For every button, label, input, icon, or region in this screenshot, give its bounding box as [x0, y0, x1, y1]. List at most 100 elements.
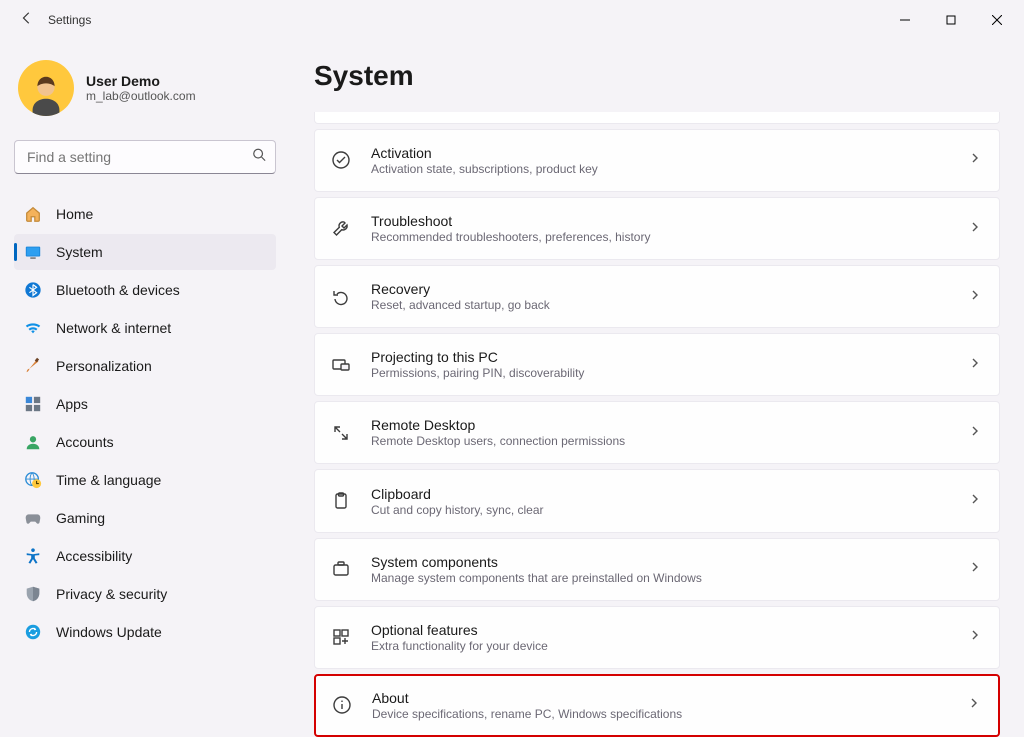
card-remote-desktop[interactable]: Remote Desktop Remote Desktop users, con… — [314, 401, 1000, 464]
nav-item-network[interactable]: Network & internet — [14, 310, 276, 346]
card-title: System components — [371, 554, 953, 570]
nav-item-home[interactable]: Home — [14, 196, 276, 232]
search-wrap — [14, 140, 276, 174]
update-icon — [24, 623, 42, 641]
card-subtitle: Device specifications, rename PC, Window… — [372, 707, 952, 721]
card-title: Projecting to this PC — [371, 349, 953, 365]
nav-item-gaming[interactable]: Gaming — [14, 500, 276, 536]
info-icon — [328, 691, 356, 719]
card-subtitle: Recommended troubleshooters, preferences… — [371, 230, 953, 244]
chevron-right-icon — [969, 356, 981, 374]
nav-item-accessibility[interactable]: Accessibility — [14, 538, 276, 574]
nav-label: Gaming — [56, 510, 105, 526]
search-input[interactable] — [14, 140, 276, 174]
card-optional-features[interactable]: Optional features Extra functionality fo… — [314, 606, 1000, 669]
nav-item-accounts[interactable]: Accounts — [14, 424, 276, 460]
chevron-right-icon — [968, 696, 980, 714]
minimize-button[interactable] — [882, 0, 928, 40]
settings-list: Activation Activation state, subscriptio… — [314, 112, 1000, 737]
nav-label: Personalization — [56, 358, 152, 374]
card-subtitle: Extra functionality for your device — [371, 639, 953, 653]
activation-icon — [327, 146, 355, 174]
card-subtitle: Cut and copy history, sync, clear — [371, 503, 953, 517]
apps-icon — [24, 395, 42, 413]
bluetooth-icon — [24, 281, 42, 299]
nav-label: Accounts — [56, 434, 114, 450]
globe-clock-icon — [24, 471, 42, 489]
avatar — [18, 60, 74, 116]
system-icon — [24, 243, 42, 261]
brush-icon — [24, 357, 42, 375]
components-icon — [327, 555, 355, 583]
accessibility-icon — [24, 547, 42, 565]
nav-label: Bluetooth & devices — [56, 282, 180, 298]
previous-card-stub — [314, 112, 1000, 124]
sidebar-nav: Home System Bluetooth & devices Network … — [14, 196, 276, 650]
card-projecting[interactable]: Projecting to this PC Permissions, pairi… — [314, 333, 1000, 396]
card-troubleshoot[interactable]: Troubleshoot Recommended troubleshooters… — [314, 197, 1000, 260]
sidebar: User Demo m_lab@outlook.com Home System … — [0, 40, 290, 737]
wrench-icon — [327, 215, 355, 243]
nav-item-system[interactable]: System — [14, 234, 276, 270]
maximize-button[interactable] — [928, 0, 974, 40]
nav-label: Accessibility — [56, 548, 132, 564]
card-title: Activation — [371, 145, 953, 161]
chevron-right-icon — [969, 424, 981, 442]
window-title: Settings — [48, 13, 91, 27]
card-title: Recovery — [371, 281, 953, 297]
chevron-right-icon — [969, 220, 981, 238]
nav-item-update[interactable]: Windows Update — [14, 614, 276, 650]
recovery-icon — [327, 283, 355, 311]
close-button[interactable] — [974, 0, 1020, 40]
card-recovery[interactable]: Recovery Reset, advanced startup, go bac… — [314, 265, 1000, 328]
gamepad-icon — [24, 509, 42, 527]
card-title: Troubleshoot — [371, 213, 953, 229]
profile-block[interactable]: User Demo m_lab@outlook.com — [14, 48, 276, 140]
nav-label: Home — [56, 206, 93, 222]
back-button[interactable] — [20, 11, 34, 30]
card-title: Optional features — [371, 622, 953, 638]
search-icon — [252, 148, 266, 167]
wifi-icon — [24, 319, 42, 337]
nav-label: Network & internet — [56, 320, 171, 336]
optional-icon — [327, 623, 355, 651]
profile-email: m_lab@outlook.com — [86, 89, 196, 103]
card-title: About — [372, 690, 952, 706]
clipboard-icon — [327, 487, 355, 515]
nav-label: Privacy & security — [56, 586, 167, 602]
chevron-right-icon — [969, 151, 981, 169]
chevron-right-icon — [969, 560, 981, 578]
nav-item-personalization[interactable]: Personalization — [14, 348, 276, 384]
nav-label: Windows Update — [56, 624, 162, 640]
page-title: System — [314, 60, 1000, 92]
nav-item-time[interactable]: Time & language — [14, 462, 276, 498]
projecting-icon — [327, 351, 355, 379]
card-subtitle: Activation state, subscriptions, product… — [371, 162, 953, 176]
chevron-right-icon — [969, 492, 981, 510]
nav-item-apps[interactable]: Apps — [14, 386, 276, 422]
card-subtitle: Reset, advanced startup, go back — [371, 298, 953, 312]
chevron-right-icon — [969, 288, 981, 306]
remote-icon — [327, 419, 355, 447]
nav-label: System — [56, 244, 103, 260]
nav-item-privacy[interactable]: Privacy & security — [14, 576, 276, 612]
card-subtitle: Remote Desktop users, connection permiss… — [371, 434, 953, 448]
card-subtitle: Manage system components that are preins… — [371, 571, 953, 585]
card-clipboard[interactable]: Clipboard Cut and copy history, sync, cl… — [314, 469, 1000, 532]
card-about[interactable]: About Device specifications, rename PC, … — [314, 674, 1000, 737]
nav-label: Apps — [56, 396, 88, 412]
shield-icon — [24, 585, 42, 603]
nav-item-bluetooth[interactable]: Bluetooth & devices — [14, 272, 276, 308]
titlebar: Settings — [0, 0, 1024, 40]
chevron-right-icon — [969, 628, 981, 646]
card-title: Remote Desktop — [371, 417, 953, 433]
card-system-components[interactable]: System components Manage system componen… — [314, 538, 1000, 601]
card-activation[interactable]: Activation Activation state, subscriptio… — [314, 129, 1000, 192]
nav-label: Time & language — [56, 472, 161, 488]
profile-name: User Demo — [86, 73, 196, 89]
person-icon — [24, 433, 42, 451]
main-content: System Activation Activation state, subs… — [290, 40, 1024, 737]
card-subtitle: Permissions, pairing PIN, discoverabilit… — [371, 366, 953, 380]
home-icon — [24, 205, 42, 223]
card-title: Clipboard — [371, 486, 953, 502]
